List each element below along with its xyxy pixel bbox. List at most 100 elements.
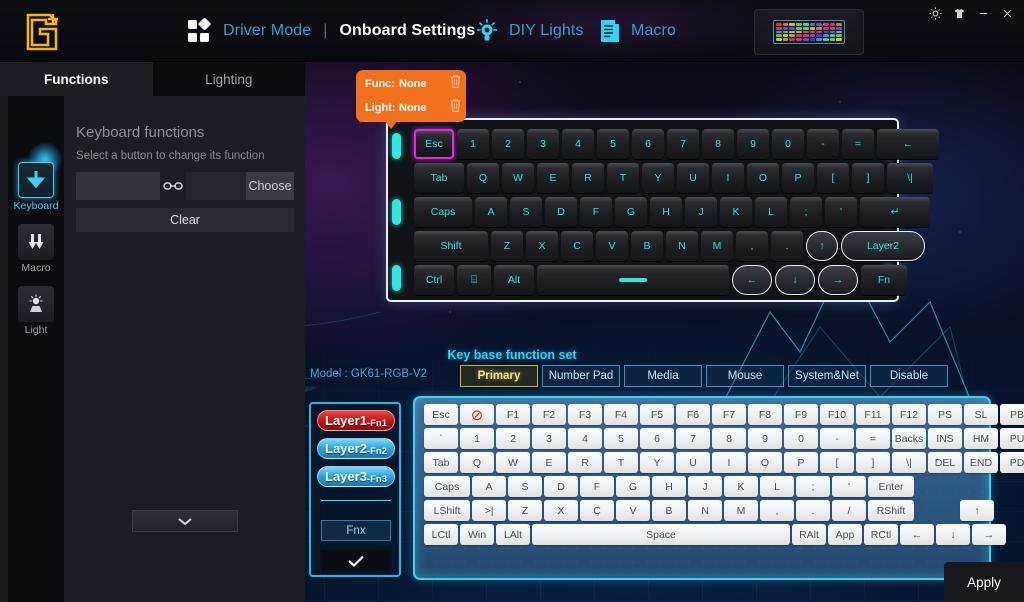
picker-key-j[interactable]: J (688, 476, 722, 497)
preview-key-[interactable]: \| (887, 163, 933, 193)
picker-key-ins[interactable]: INS (928, 428, 962, 449)
preview-key-y[interactable]: Y (642, 163, 674, 193)
preview-key-1[interactable]: 1 (457, 129, 489, 159)
picker-key-e[interactable]: E (532, 452, 566, 473)
fnx-button[interactable]: Fnx (321, 520, 391, 541)
picker-key-4[interactable]: 4 (568, 428, 602, 449)
choose-button[interactable]: Choose (246, 172, 294, 200)
picker-key-ps[interactable]: PS (928, 404, 962, 425)
picker-key-f7[interactable]: F7 (712, 404, 746, 425)
picker-key-lalt[interactable]: LAlt (496, 524, 530, 545)
preview-key-k[interactable]: K (720, 197, 752, 227)
picker-key-n[interactable]: N (688, 500, 722, 521)
function-set-tab-disable[interactable]: Disable (870, 365, 948, 387)
picker-key-ralt[interactable]: RAlt (792, 524, 826, 545)
sidebar-item-light[interactable]: Light (8, 280, 64, 342)
picker-key-h[interactable]: H (652, 476, 686, 497)
preview-key-[interactable]: ; (790, 197, 822, 227)
preview-key-0[interactable]: 0 (772, 129, 804, 159)
layer2-button[interactable]: Layer2-Fn2 (317, 438, 395, 459)
picker-key-z[interactable]: Z (508, 500, 542, 521)
preview-key-w[interactable]: W (502, 163, 534, 193)
picker-key-caps[interactable]: Caps (424, 476, 470, 497)
picker-key-p[interactable]: P (784, 452, 818, 473)
device-thumbnail-button[interactable] (754, 9, 864, 55)
picker-key-7[interactable]: 7 (676, 428, 710, 449)
preview-key-j[interactable]: J (685, 197, 717, 227)
picker-key-f11[interactable]: F11 (856, 404, 890, 425)
picker-key-del[interactable]: DEL (928, 452, 962, 473)
picker-key-q[interactable]: Q (460, 452, 494, 473)
picker-key-f4[interactable]: F4 (604, 404, 638, 425)
preview-key-6[interactable]: 6 (632, 129, 664, 159)
trash-icon-light[interactable] (449, 98, 462, 118)
theme-shirt-icon[interactable] (948, 2, 970, 24)
picker-key-[interactable]: - (820, 428, 854, 449)
picker-key-[interactable]: ] (856, 452, 890, 473)
picker-key-f9[interactable]: F9 (784, 404, 818, 425)
preview-key-ctrl[interactable]: Ctrl (414, 265, 454, 295)
picker-key-esc[interactable]: Esc (424, 404, 458, 425)
nav-macro[interactable]: Macro (598, 10, 676, 52)
picker-key-s[interactable]: S (508, 476, 542, 497)
picker-key-8[interactable]: 8 (712, 428, 746, 449)
picker-key-[interactable]: ⊘ (460, 404, 494, 425)
preview-key-caps[interactable]: Caps (414, 197, 472, 227)
preview-key-[interactable]: ← (877, 129, 939, 159)
function-set-tab-number-pad[interactable]: Number Pad (542, 365, 620, 387)
picker-key-f10[interactable]: F10 (820, 404, 854, 425)
preview-key-p[interactable]: P (782, 163, 814, 193)
preview-key-[interactable]: . (771, 231, 803, 261)
picker-key-f[interactable]: F (580, 476, 614, 497)
preview-key-d[interactable]: D (545, 197, 577, 227)
preview-key-q[interactable]: Q (467, 163, 499, 193)
picker-key-m[interactable]: M (724, 500, 758, 521)
function-set-tab-primary[interactable]: Primary (460, 365, 538, 387)
preview-key-8[interactable]: 8 (702, 129, 734, 159)
picker-key-f8[interactable]: F8 (748, 404, 782, 425)
picker-key-b[interactable]: B (652, 500, 686, 521)
picker-key-k[interactable]: K (724, 476, 758, 497)
preview-key-f[interactable]: F (580, 197, 612, 227)
picker-key-pu[interactable]: PU (1000, 428, 1024, 449)
picker-key-f3[interactable]: F3 (568, 404, 602, 425)
preview-key-n[interactable]: N (666, 231, 698, 261)
preview-key-[interactable]: ← (732, 265, 772, 295)
picker-key-g[interactable]: G (616, 476, 650, 497)
picker-key-win[interactable]: Win (460, 524, 494, 545)
preview-key-r[interactable]: R (572, 163, 604, 193)
picker-key-hm[interactable]: HM (964, 428, 998, 449)
picker-key-v[interactable]: V (616, 500, 650, 521)
picker-key-enter[interactable]: Enter (868, 476, 914, 497)
preview-key-v[interactable]: V (596, 231, 628, 261)
picker-key-end[interactable]: END (964, 452, 998, 473)
preview-key-o[interactable]: O (747, 163, 779, 193)
preview-key-[interactable]: , (736, 231, 768, 261)
preview-key-t[interactable]: T (607, 163, 639, 193)
picker-key-tab[interactable]: Tab (424, 452, 458, 473)
tab-functions[interactable]: Functions (0, 62, 153, 96)
picker-key-r[interactable]: R (568, 452, 602, 473)
picker-key-app[interactable]: App (828, 524, 862, 545)
function-set-tab-media[interactable]: Media (624, 365, 702, 387)
layer1-button[interactable]: Layer1-Fn1 (317, 410, 395, 431)
picker-key-backs[interactable]: Backs (892, 428, 926, 449)
picker-key-rctl[interactable]: RCtl (864, 524, 898, 545)
layer3-button[interactable]: Layer3-Fn3 (317, 466, 395, 487)
picker-key-pb[interactable]: PB (1000, 404, 1024, 425)
preview-key-h[interactable]: H (650, 197, 682, 227)
preview-key-shift[interactable]: Shift (414, 231, 488, 261)
picker-key-3[interactable]: 3 (532, 428, 566, 449)
preview-key-7[interactable]: 7 (667, 129, 699, 159)
preview-key-[interactable]: ↑ (806, 231, 838, 261)
preview-key-[interactable]: [ (817, 163, 849, 193)
picker-key-u[interactable]: U (676, 452, 710, 473)
settings-gear-icon[interactable] (924, 2, 946, 24)
preview-key-u[interactable]: U (677, 163, 709, 193)
preview-key-fn[interactable]: Fn (861, 265, 907, 295)
picker-key-[interactable]: ` (424, 428, 458, 449)
picker-key-[interactable]: → (972, 524, 1006, 545)
preview-key-i[interactable]: I (712, 163, 744, 193)
picker-key-[interactable]: [ (820, 452, 854, 473)
sidebar-item-macro[interactable]: Macro (8, 218, 64, 280)
